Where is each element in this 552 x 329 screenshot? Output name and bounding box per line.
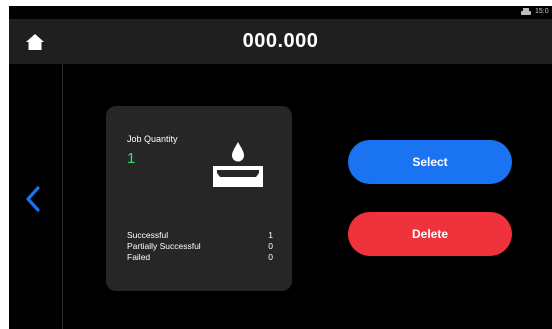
home-icon[interactable] — [25, 33, 45, 51]
delete-button[interactable]: Delete — [348, 212, 512, 256]
stat-label: Partially Successful — [127, 241, 201, 251]
tray-with-drop-icon — [213, 142, 263, 187]
stat-row-partially-successful: Partially Successful 0 — [127, 241, 273, 252]
chevron-left-icon[interactable] — [25, 186, 41, 212]
job-quantity-value: 1 — [127, 150, 136, 167]
title-bar: 000.000 — [9, 19, 552, 64]
job-quantity-label: Job Quantity — [127, 134, 178, 144]
stat-value: 1 — [268, 230, 273, 240]
stat-value: 0 — [268, 241, 273, 251]
stat-value: 0 — [268, 252, 273, 262]
printer-icon — [521, 8, 531, 15]
stat-row-failed: Failed 0 — [127, 252, 273, 263]
status-bar: 15:0 — [9, 6, 552, 19]
job-quantity-card: Job Quantity 1 Successful 1 Partially Su… — [106, 106, 292, 291]
stat-label: Successful — [127, 230, 169, 240]
device-screen: 15:0 000.000 Job Quantity 1 Successful 1… — [9, 6, 552, 329]
status-time: 15:0 — [535, 8, 549, 15]
side-nav — [9, 64, 63, 329]
select-button[interactable]: Select — [348, 140, 512, 184]
stat-label: Failed — [127, 252, 151, 262]
job-stats: Successful 1 Partially Successful 0 Fail… — [127, 230, 273, 263]
stat-row-successful: Successful 1 — [127, 230, 273, 241]
page-title: 000.000 — [242, 30, 319, 52]
